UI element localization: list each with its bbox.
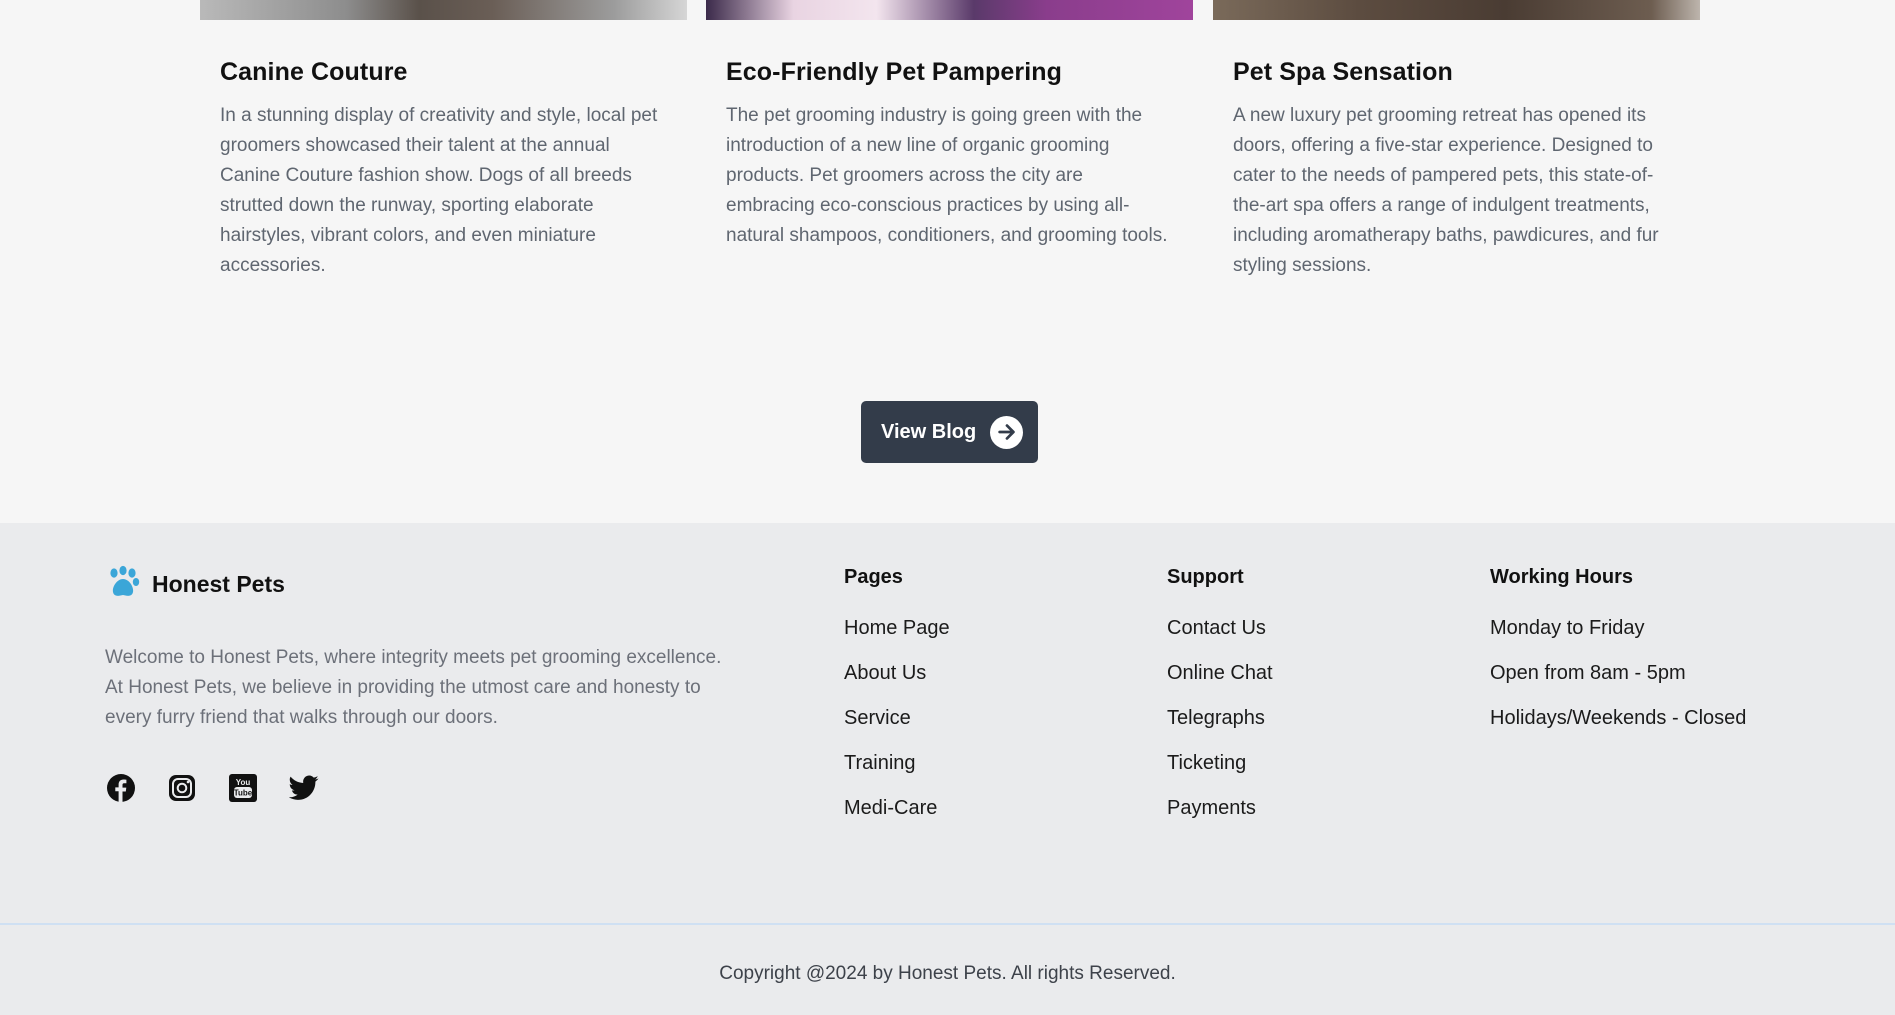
hours-title: Working Hours	[1490, 566, 1633, 588]
page: Canine Couture In a stunning display of …	[0, 0, 1895, 1015]
paw-icon	[106, 565, 140, 604]
blog-cards: Canine Couture In a stunning display of …	[200, 0, 1700, 300]
blog-card-title[interactable]: Canine Couture	[220, 58, 667, 87]
footer-divider	[0, 923, 1895, 925]
blog-card-image[interactable]	[706, 0, 1193, 20]
blog-card-title[interactable]: Eco-Friendly Pet Pampering	[726, 58, 1173, 87]
footer-link-contact[interactable]: Contact Us	[1167, 616, 1273, 661]
footer-link-service[interactable]: Service	[844, 706, 950, 751]
social-links: You Tube	[106, 773, 319, 803]
hours-times: Open from 8am - 5pm	[1490, 662, 1686, 684]
youtube-icon[interactable]: You Tube	[228, 773, 258, 803]
blog-card-text: The pet grooming industry is going green…	[726, 105, 1168, 246]
footer-support-column: Support Contact Us Online Chat Telegraph…	[1167, 566, 1273, 841]
support-title: Support	[1167, 566, 1244, 588]
footer-link-ticketing[interactable]: Ticketing	[1167, 751, 1273, 796]
blog-card[interactable]: Canine Couture In a stunning display of …	[200, 0, 687, 281]
twitter-icon[interactable]	[289, 773, 319, 803]
arrow-right-icon	[990, 415, 1024, 449]
blog-card[interactable]: Eco-Friendly Pet Pampering The pet groom…	[706, 0, 1193, 251]
footer-link-payments[interactable]: Payments	[1167, 796, 1273, 841]
copyright-text: Copyright @2024 by Honest Pets. All righ…	[719, 963, 1176, 984]
footer-link-about[interactable]: About Us	[844, 661, 950, 706]
svg-text:Tube: Tube	[234, 789, 253, 798]
blog-card-text: A new luxury pet grooming retreat has op…	[1233, 105, 1659, 276]
blog-card-image[interactable]	[200, 0, 687, 20]
svg-text:You: You	[236, 778, 251, 787]
footer-link-home[interactable]: Home Page	[844, 616, 950, 661]
brand-name: Honest Pets	[152, 571, 285, 597]
instagram-icon[interactable]	[167, 773, 197, 803]
blog-card-image[interactable]	[1213, 0, 1700, 20]
blog-card[interactable]: Pet Spa Sensation A new luxury pet groom…	[1213, 0, 1700, 281]
hours-closed: Holidays/Weekends - Closed	[1490, 707, 1747, 729]
pages-title: Pages	[844, 566, 903, 588]
footer-brand[interactable]: Honest Pets	[106, 565, 285, 604]
footer: Honest Pets Welcome to Honest Pets, wher…	[0, 523, 1895, 1015]
footer-about-text: Welcome to Honest Pets, where integrity …	[105, 647, 722, 728]
footer-pages-column: Pages Home Page About Us Service Trainin…	[844, 566, 950, 841]
footer-link-telegraphs[interactable]: Telegraphs	[1167, 706, 1273, 751]
hours-days: Monday to Friday	[1490, 617, 1645, 639]
facebook-icon[interactable]	[106, 773, 136, 803]
view-blog-label: View Blog	[881, 420, 977, 443]
blog-card-title[interactable]: Pet Spa Sensation	[1233, 58, 1680, 87]
footer-hours-column: Working Hours Monday to Friday Open from…	[1490, 566, 1746, 751]
blog-card-text: In a stunning display of creativity and …	[220, 105, 658, 276]
footer-link-medicare[interactable]: Medi-Care	[844, 796, 950, 841]
footer-link-training[interactable]: Training	[844, 751, 950, 796]
view-blog-button[interactable]: View Blog	[861, 401, 1038, 463]
footer-link-online-chat[interactable]: Online Chat	[1167, 661, 1273, 706]
